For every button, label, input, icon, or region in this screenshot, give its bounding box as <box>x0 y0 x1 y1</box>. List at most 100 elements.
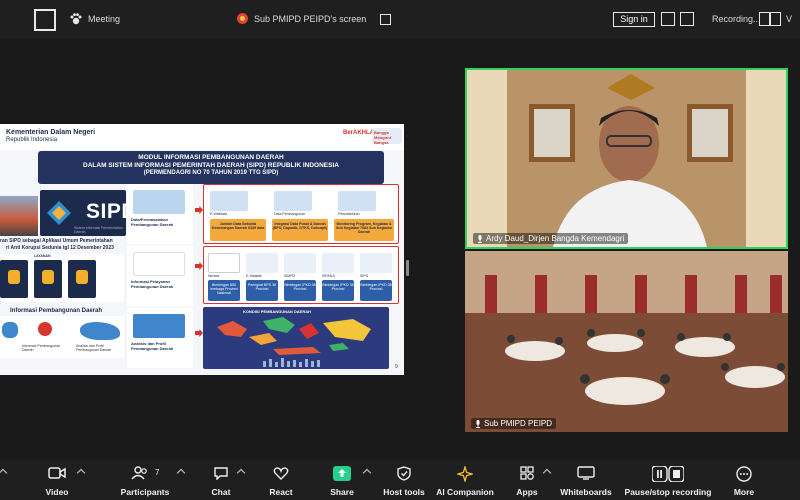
minimize-icon[interactable] <box>661 12 675 26</box>
event-photo <box>0 196 38 236</box>
sign-in-button[interactable]: Sign in <box>613 12 655 27</box>
video-tile-room[interactable]: Sub PMIPD PEIPD <box>465 251 788 432</box>
video-tile-active-speaker[interactable]: Ardy Daud_Dirjen Bangda Kemendagri <box>465 68 788 249</box>
stat-box: Bimbingan IPKD 38 Provinsi <box>360 280 392 301</box>
room-video <box>465 251 788 432</box>
shield-icon <box>397 466 411 481</box>
whiteboard-icon <box>577 466 595 480</box>
participants-icon <box>131 466 147 480</box>
top-bar: Meeting Sub PMIPD PEIPD's screen Sign in… <box>0 0 800 38</box>
participant-name: Sub PMIPD PEIPD <box>484 419 553 428</box>
sipd-mark-icon <box>47 201 71 225</box>
fullscreen-icon[interactable] <box>680 12 694 26</box>
ai-companion-button[interactable]: AI Companion <box>434 460 496 500</box>
participants-button[interactable]: 7 Participants <box>118 460 172 500</box>
layanan-tile <box>0 260 28 298</box>
share-options-caret-icon[interactable] <box>362 468 372 478</box>
slide-page-number: 9 <box>395 364 398 370</box>
stop-share-icon[interactable] <box>380 14 391 25</box>
slide-org-name: Kementerian Dalam Negeri <box>6 129 96 136</box>
microphone-icon <box>476 419 480 428</box>
thumbnail <box>338 191 376 211</box>
flow-panel-title: Analisis dan Profil Pembangunan Daerah <box>131 341 174 351</box>
share-button[interactable]: Share <box>324 460 360 500</box>
stop-recording-icon[interactable] <box>770 12 781 26</box>
participant-name-tag: Sub PMIPD PEIPD <box>471 418 557 429</box>
view-button[interactable]: V <box>786 14 792 24</box>
more-label: More <box>733 487 755 497</box>
ai-companion-label: AI Companion <box>436 487 494 497</box>
meeting-toolbar: Video 7 Participants Chat React Share Ho… <box>0 460 800 500</box>
layanan-tile <box>34 260 62 298</box>
shared-screen[interactable]: Kementerian Dalam Negeri Republik Indone… <box>0 124 404 375</box>
thumbnail <box>284 253 316 273</box>
more-button[interactable]: More <box>728 460 760 500</box>
host-tools-button[interactable]: Host tools <box>382 460 426 500</box>
thumbnail-label: Pemutakhiran <box>338 212 360 216</box>
info-item-label: Informasi Pembangunan Daerah <box>22 344 61 352</box>
thumbnail <box>246 253 278 273</box>
meeting-label[interactable]: Meeting <box>88 14 120 24</box>
paw-meeting-icon <box>70 13 82 25</box>
participants-options-caret-icon[interactable] <box>176 468 186 478</box>
participants-label: Participants <box>120 487 170 497</box>
video-camera-icon <box>48 467 66 479</box>
map-icon <box>2 322 18 338</box>
window-icon[interactable] <box>34 9 56 31</box>
chat-button[interactable]: Chat <box>204 460 238 500</box>
stat-box: Jumlah Data Sektoral Kewenangan Daerah 6… <box>210 219 266 241</box>
pelayanan-frame: Neraca E-Statistik SIMPD SIPANJI SIPD Bi… <box>203 246 399 304</box>
thumbnail <box>208 253 240 273</box>
indonesia-map-icon <box>217 317 371 367</box>
data-pembangunan-frame: E-Walidata Data Pembangunan Pemutakhiran… <box>203 184 399 244</box>
pause-stop-recording-button[interactable]: Pause/stop recording <box>622 460 714 500</box>
apps-options-caret-icon[interactable] <box>542 468 552 478</box>
info-pembangunan-title: Informasi Pembangunan Daerah <box>10 308 103 314</box>
pause-recording-icon[interactable] <box>759 12 770 26</box>
slide-title-banner: MODUL INFORMASI PEMBANGUNAN DAERAH DALAM… <box>38 151 384 184</box>
chat-options-caret-icon[interactable] <box>236 468 246 478</box>
emblem-icon <box>38 322 52 336</box>
slide-title-line2: DALAM SISTEM INFORMASI PEMERINTAH DAERAH… <box>83 162 339 169</box>
whiteboards-button[interactable]: Whiteboards <box>558 460 614 500</box>
info-item-label: Analisis dan Profil Pembangunan Daerah <box>76 344 112 352</box>
video-options-caret-icon[interactable] <box>76 468 86 478</box>
audio-options-caret-icon[interactable] <box>0 468 8 478</box>
video-button[interactable]: Video <box>36 460 78 500</box>
slide-title-line3: (PERMENDAGRI NO 70 TAHUN 2019 TTG SIPD) <box>143 170 279 176</box>
thumbnail-label: E-Statistik <box>246 274 262 278</box>
whiteboards-label: Whiteboards <box>560 487 612 497</box>
slide-caption-2: ri Anti Korupsi Sedunia tgl 12 Desember … <box>6 245 114 251</box>
recording-status[interactable]: Recording... <box>712 14 761 24</box>
stat-box: Bimbingan IPKD 38 Provinsi <box>284 280 316 301</box>
arrow-right-icon <box>195 329 203 337</box>
thumbnail <box>322 253 354 273</box>
apps-label: Apps <box>516 487 538 497</box>
apps-button[interactable]: Apps <box>512 460 542 500</box>
share-screen-icon <box>333 466 351 481</box>
participant-count: 7 <box>155 468 160 477</box>
thumbnail <box>210 191 248 211</box>
sparkle-ai-icon <box>457 466 473 482</box>
chat-bubble-icon <box>214 467 228 480</box>
kondisi-map: KONDISI PEMBANGUNAN DAERAH <box>203 307 389 369</box>
screen-share-badge-icon <box>237 13 248 24</box>
thumbnail-label: Data Pembangunan <box>274 212 306 216</box>
arrow-right-icon <box>195 206 203 214</box>
flow-panel: Data/Permasalahan Pembangunan Daerah <box>127 184 193 244</box>
layanan-panel: LAYANAN <box>0 254 124 302</box>
speaker-video <box>467 70 786 247</box>
flow-panel: Informasi Pelayanan Pembangunan Daerah <box>127 246 193 306</box>
screen-share-label[interactable]: Sub PMIPD PEIPD's screen <box>254 14 366 24</box>
stat-box: Bimbingan 850 lembaga Provinsi Nasional <box>208 280 240 301</box>
bangga-melayani-logo: Bangga Melayani Bangsa <box>372 128 402 145</box>
react-button[interactable]: React <box>264 460 298 500</box>
split-view-handle[interactable] <box>406 260 409 276</box>
share-label: Share <box>330 487 354 497</box>
thumbnail <box>274 191 312 211</box>
flow-panel-title: Data/Permasalahan Pembangunan Daerah <box>131 217 174 227</box>
sipd-logo-panel: SIPD Sistem Informasi Pemerintahan Daera… <box>40 190 137 236</box>
participant-name: Ardy Daud_Dirjen Bangda Kemendagri <box>486 234 625 243</box>
flow-panel: Analisis dan Profil Pembangunan Daerah <box>127 308 193 368</box>
chat-label: Chat <box>211 487 231 497</box>
